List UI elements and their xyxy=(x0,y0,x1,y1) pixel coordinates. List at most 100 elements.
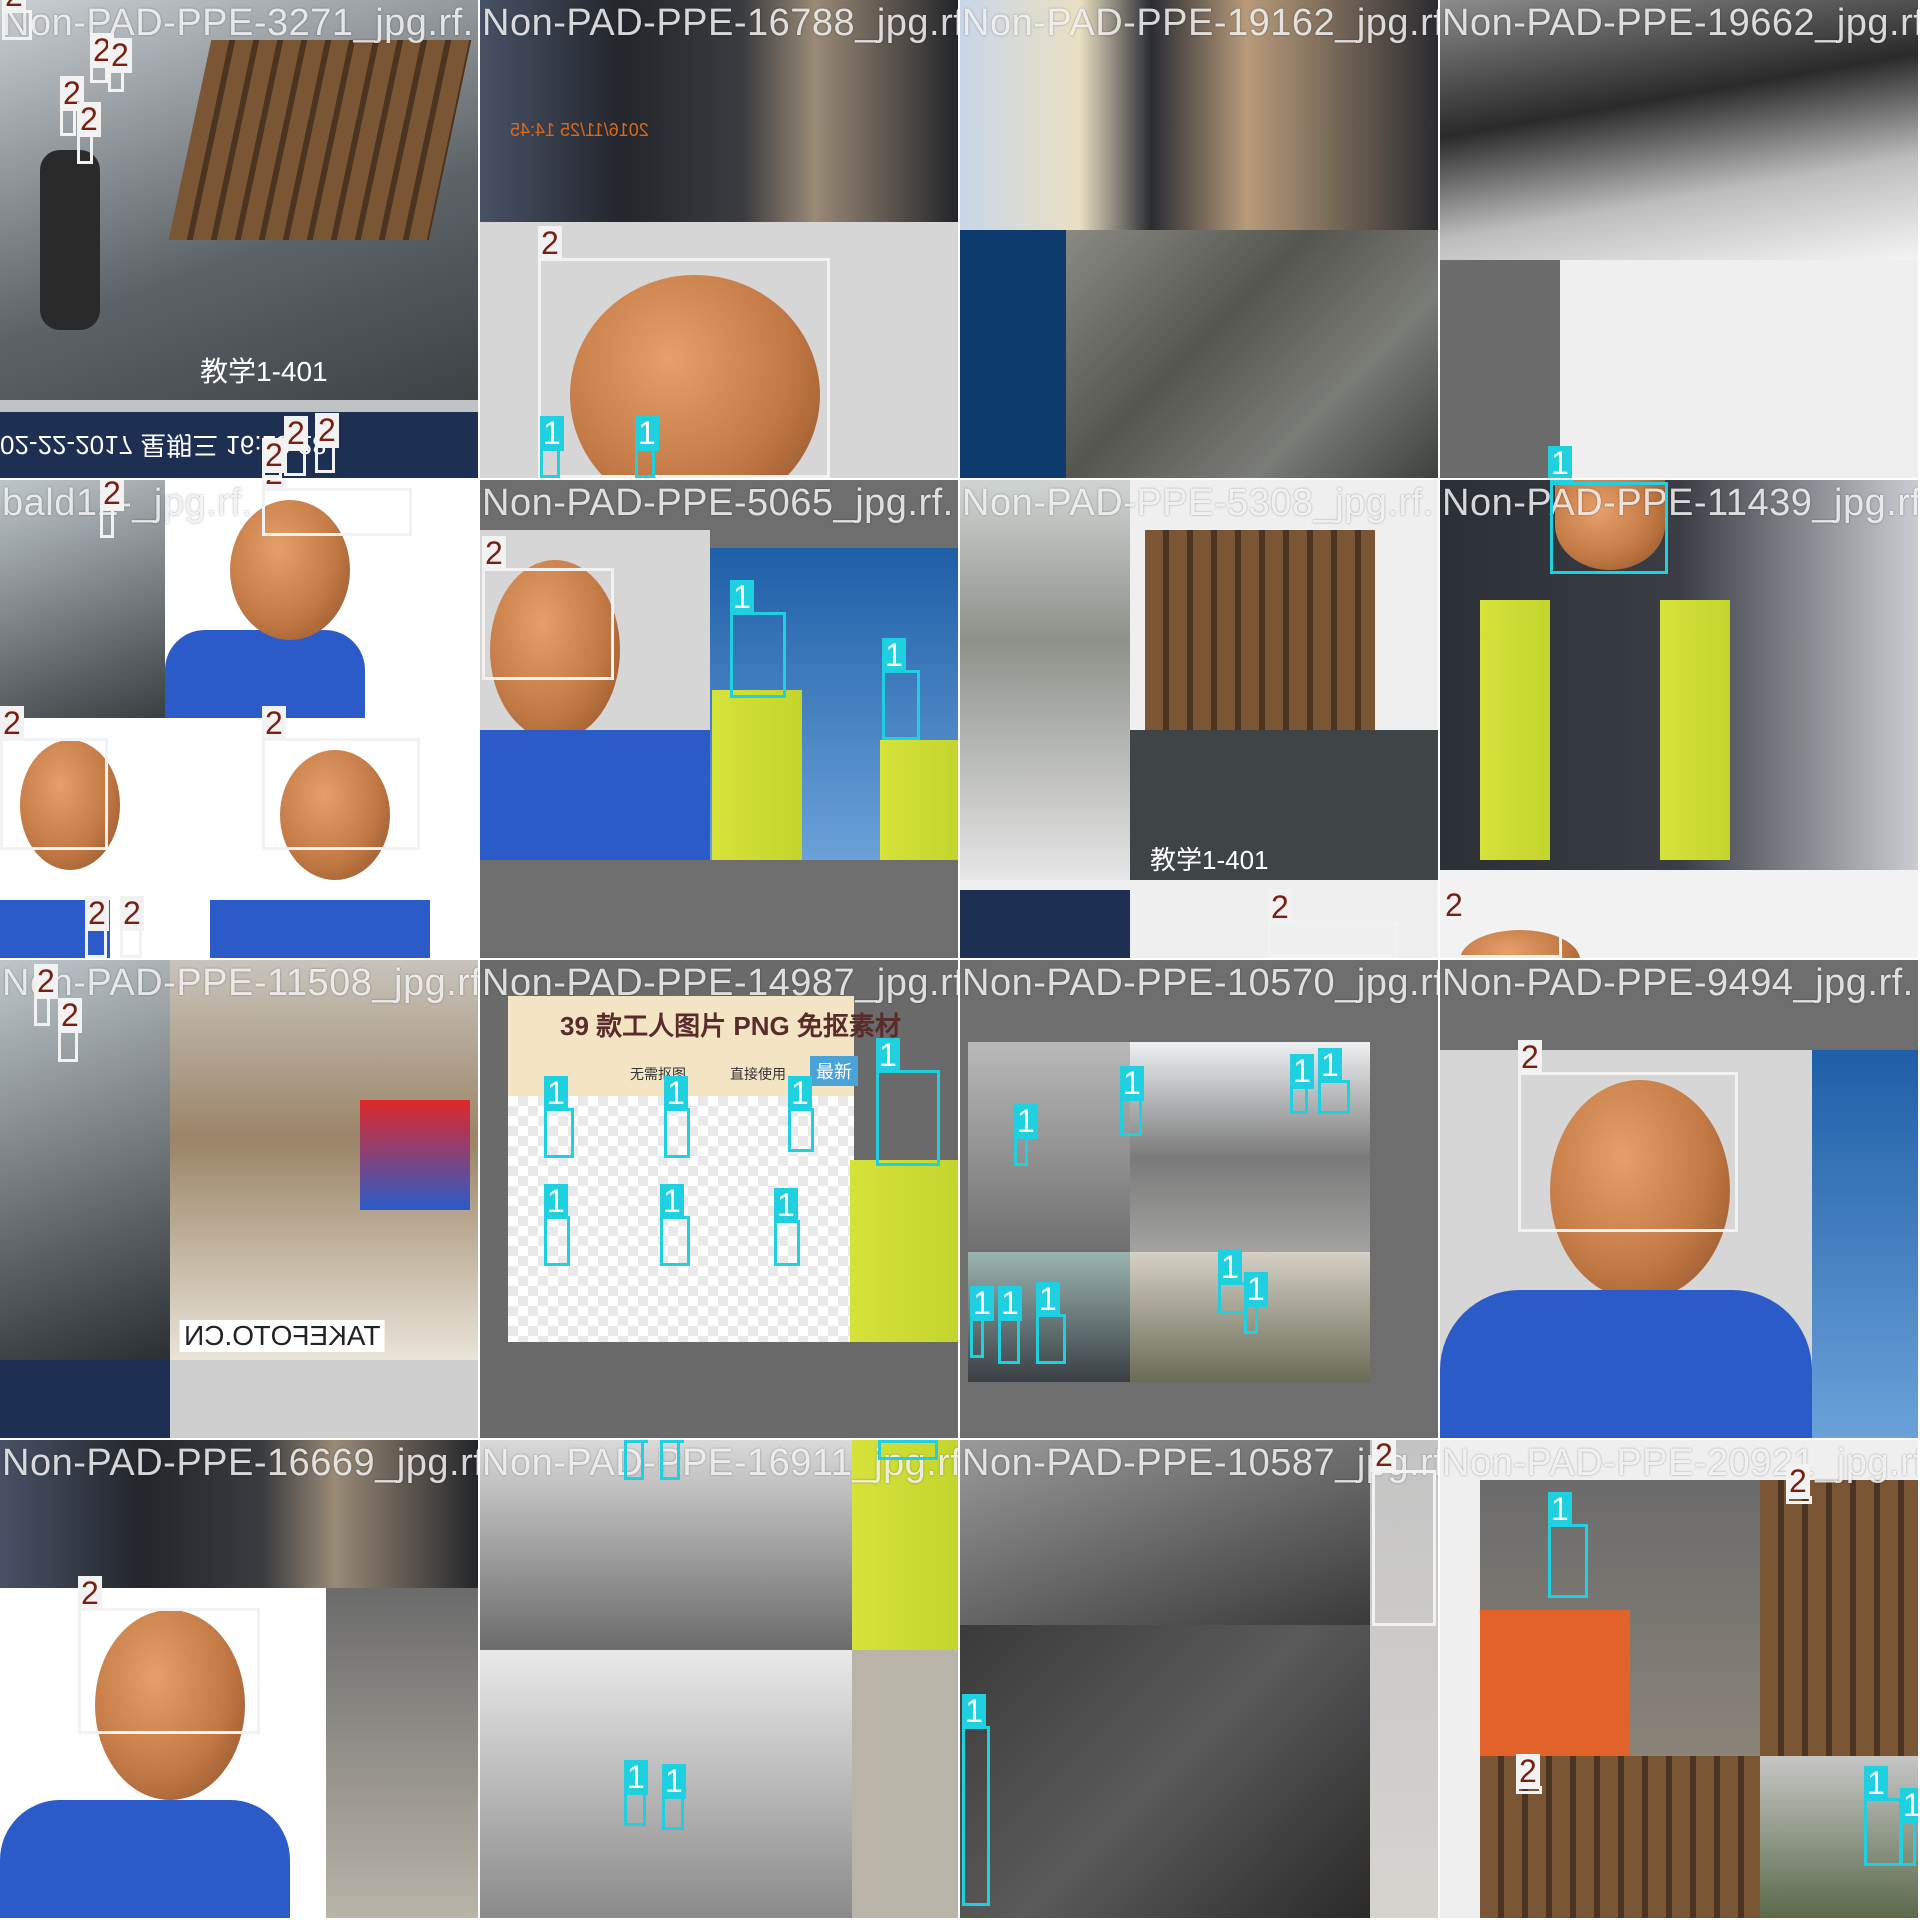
bbox-label: 1 xyxy=(882,638,906,673)
bbox-class-1: 1 xyxy=(1244,1272,1268,1334)
grid-divider xyxy=(478,0,480,1920)
bbox-label: 2 xyxy=(1372,1440,1396,1473)
bbox-class-1: 1 xyxy=(1550,480,1668,574)
bbox-label: 2 xyxy=(538,226,562,261)
bbox-label: 1 xyxy=(788,1076,812,1111)
bbox-label: 2 xyxy=(100,480,124,511)
building xyxy=(852,1650,958,1918)
bbox-label: 1 xyxy=(1550,480,1574,485)
tile-r2c2: Non-PAD-PPE-5065_jpg.rf. 2 1 1 xyxy=(480,480,958,958)
tile-filename: Non-PAD-PPE-14987_jpg.rf. xyxy=(482,962,958,1004)
cctv-caption: 教学1-401 xyxy=(1150,845,1269,875)
utility-pole xyxy=(1812,1050,1918,1438)
bbox-class-1: 1 xyxy=(876,1038,940,1166)
bbox-class-1: 1 xyxy=(998,1286,1022,1364)
bbox-label: 1 xyxy=(664,1076,688,1111)
tile-r4c2: Non-PAD-PPE-16911_jpg.rf. 1 1 1 1 1 xyxy=(480,1440,958,1918)
bbox-label: 2 xyxy=(108,38,132,73)
tile-r1c1: 教学1-401 02-22-2017 星期三 16:13:28 Non-PAD-… xyxy=(0,0,478,478)
blue-shirt xyxy=(210,900,430,958)
safety-vest xyxy=(712,690,802,860)
tile-r4c1: Non-PAD-PPE-16669_jpg.rf. 2 xyxy=(0,1440,478,1918)
auditorium-seats xyxy=(1145,530,1375,730)
bbox-class-1: 1 xyxy=(664,1076,690,1158)
tile-r4c4: Non-PAD-PPE-20921_jpg.rf. 1 2 2 1 1 xyxy=(1440,1440,1918,1918)
bbox-class-2: 2 xyxy=(1786,1464,1812,1504)
bbox-label: 2 xyxy=(2,0,26,13)
tile-filename: Non-PAD-PPE-9494_jpg.rf. xyxy=(1442,962,1914,1004)
tile-filename: Non-PAD-PPE-10570_jpg.rf. xyxy=(962,962,1438,1004)
bbox-class-1: 1 xyxy=(624,1760,648,1826)
bbox-label: 1 xyxy=(970,1286,994,1321)
bbox-label: 2 xyxy=(34,964,58,999)
blue-shirt xyxy=(1440,1290,1812,1438)
bbox-class-2: 2 xyxy=(1516,1754,1542,1794)
bbox-label: 1 xyxy=(730,580,754,615)
bbox-label: 2 xyxy=(1268,890,1292,925)
bbox-label: 1 xyxy=(540,416,564,451)
bbox-class-2: 2 xyxy=(78,1576,260,1734)
bbox-class-2: 2 xyxy=(262,438,286,478)
bbox-class-1: 1 xyxy=(540,416,564,478)
tile-filename: Non-PAD-PPE-11439_jpg.rf. xyxy=(1442,482,1918,524)
bbox-class-1: 1 xyxy=(1036,1282,1066,1364)
tile-filename: Non-PAD-PPE-16669_jpg.rf. xyxy=(2,1442,478,1484)
bbox-class-2: 2 xyxy=(90,33,114,83)
safety-vest xyxy=(1480,600,1550,860)
bbox-label: 1 xyxy=(662,1764,686,1799)
bbox-class-2: 2 xyxy=(262,480,412,536)
bbox-class-2: 2 xyxy=(262,706,420,850)
bbox-label: 1 xyxy=(1900,1788,1918,1823)
grid-divider xyxy=(0,1438,1920,1440)
bbox-class-1: 1 xyxy=(730,580,786,698)
bbox-class-2: 2 xyxy=(315,413,339,473)
tile-filename: Non-PAD-PPE-19162_jpg.rf. xyxy=(962,2,1438,44)
bbox-class-2: 2 xyxy=(538,226,830,478)
bbox-label: 2 xyxy=(262,480,286,491)
tile-r1c2: 2016/11/25 14:45 Non-PAD-PPE-16788_jpg.r… xyxy=(480,0,958,478)
cctv-date xyxy=(960,890,1130,958)
bbox-label: 2 xyxy=(85,896,109,931)
safety-vest xyxy=(850,1160,958,1342)
bbox-class-1: 1 xyxy=(635,416,659,478)
bbox-label: 2 xyxy=(284,416,308,451)
bbox-label: 1 xyxy=(998,1286,1022,1321)
bbox-class-1: 1 xyxy=(882,638,920,740)
bbox-class-2: 2 xyxy=(1442,888,1562,958)
bbox-class-2: 2 xyxy=(1518,1040,1738,1232)
bbox-label: 1 xyxy=(1014,1104,1038,1139)
bbox-class-1: 1 xyxy=(660,1440,684,1480)
tile-r2c3: 教学1-401 Non-PAD-PPE-5308_jpg.rf. 2 xyxy=(960,480,1438,958)
tile-filename: Non-PAD-PPE-19662_jpg.rf. xyxy=(1442,2,1918,44)
bbox-label: 2 xyxy=(482,536,506,571)
grid-divider xyxy=(958,0,960,1920)
trees-bw xyxy=(1440,260,1560,478)
bbox-class-1: 1 xyxy=(1318,1048,1350,1114)
bbox-label: 2 xyxy=(1442,888,1466,923)
bbox-class-2: 2 xyxy=(2,0,32,40)
bbox-label: 1 xyxy=(544,1076,568,1111)
bbox-class-2: 2 xyxy=(1268,890,1398,958)
tile-r1c3: Non-PAD-PPE-19162_jpg.rf. xyxy=(960,0,1438,478)
tile-r1c4: Non-PAD-PPE-19662_jpg.rf. 1 xyxy=(1440,0,1918,478)
tile-filename: Non-PAD-PPE-20921_jpg.rf. xyxy=(1442,1442,1918,1484)
grid-divider xyxy=(0,478,1920,480)
poster-sub2: 直接使用 xyxy=(730,1066,786,1082)
watermark: TAKEFOTO.CN xyxy=(180,1320,385,1352)
bbox-label: 2 xyxy=(1516,1754,1540,1789)
bbox-label: 1 xyxy=(660,1184,684,1219)
tile-filename: Non-PAD-PPE-10587_jpg.rf. xyxy=(962,1442,1438,1484)
bbox-label: 1 xyxy=(1036,1282,1060,1317)
bbox-class-1: 1 xyxy=(1900,1788,1918,1866)
bbox-label: 1 xyxy=(624,1440,648,1443)
bbox-label: 2 xyxy=(77,102,101,137)
bbox-label: 1 xyxy=(660,1440,684,1443)
rocky-terrain xyxy=(1066,230,1438,478)
bbox-class-1: 1 xyxy=(624,1440,648,1480)
bbox-class-2: 2 xyxy=(482,536,614,680)
photo-date: 2016/11/25 14:45 xyxy=(510,120,649,140)
tile-r3c1: TAKEFOTO.CN Non-PAD-PPE-11508_jpg.rf. 2 … xyxy=(0,960,478,1438)
grid-divider xyxy=(0,958,1920,960)
poster-badge: 最新 xyxy=(810,1056,858,1086)
bbox-class-1: 1 xyxy=(962,1694,990,1906)
